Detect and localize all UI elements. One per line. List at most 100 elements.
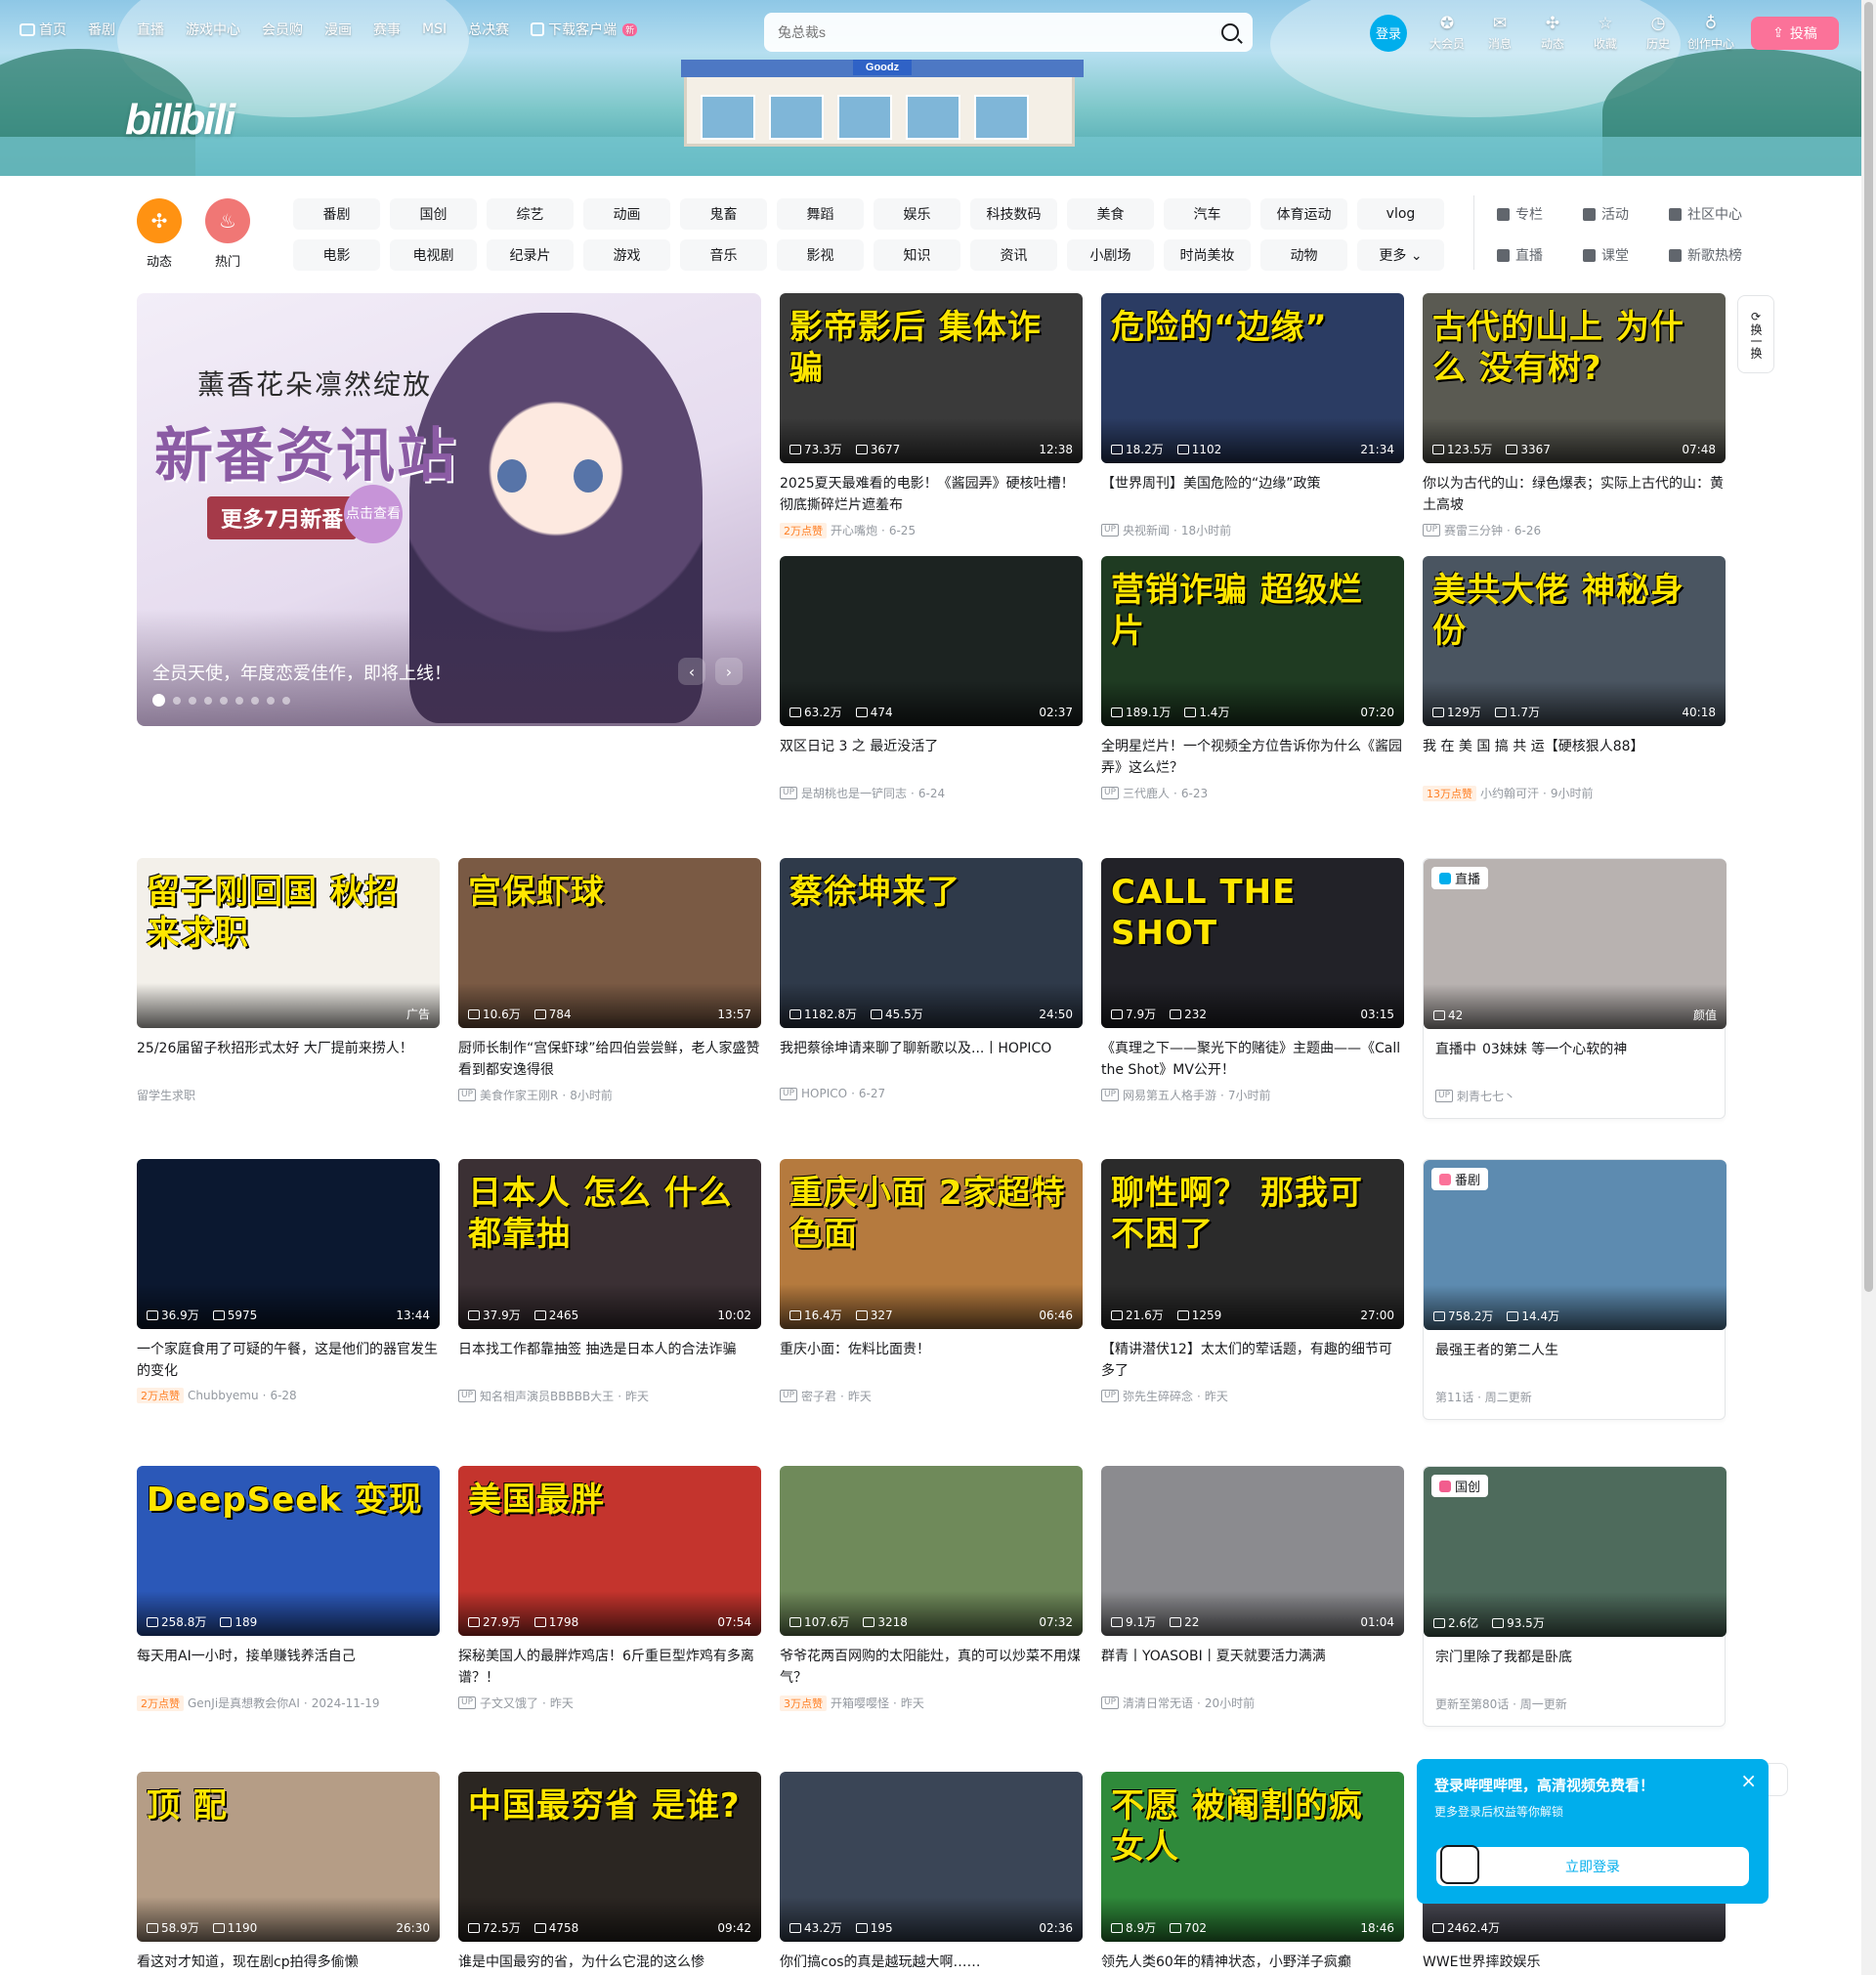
video-thumbnail[interactable]: 古代的山上 为什么 没有树? 123.5万 3367 07:48	[1423, 293, 1726, 463]
nav-item-match[interactable]: 赛事	[373, 20, 401, 39]
author-name[interactable]: 三代鹿人	[1123, 785, 1170, 801]
bilibili-logo[interactable]: bilibili	[125, 96, 235, 145]
nav-item-manga[interactable]: 漫画	[324, 20, 352, 39]
tool-favorites[interactable]: ☆ 收藏	[1579, 14, 1632, 52]
carousel-dot[interactable]	[267, 696, 275, 705]
video-card[interactable]: 43.2万 195 02:36 你们搞cos的真是越玩越大啊……	[780, 1772, 1083, 1975]
author-name[interactable]: 留学生求职	[137, 1087, 195, 1103]
video-card[interactable]: 国创 2.6亿 93.5万 宗门里除了我都是卧底 更新至第80话 · 周一更新	[1423, 1466, 1727, 1727]
video-thumbnail[interactable]: DeepSeek 变现 258.8万 189	[137, 1466, 440, 1636]
carousel-dot[interactable]	[189, 696, 196, 705]
author-name[interactable]: 子文又饿了	[480, 1695, 538, 1711]
author-name[interactable]: 美食作家王刚R	[480, 1087, 558, 1103]
tool-history[interactable]: ◷ 历史	[1632, 14, 1684, 52]
author-name[interactable]: 刺青七七丶	[1457, 1088, 1515, 1104]
video-title[interactable]: 你以为古代的山：绿色爆表；实际上古代的山：黄土高坡	[1423, 473, 1726, 516]
video-thumbnail[interactable]: 美共大佬 神秘身份 129万 1.7万 40:18	[1423, 556, 1726, 726]
author-name[interactable]: 是胡桃也是一铲同志	[801, 785, 907, 801]
channel-button[interactable]: 国创	[390, 198, 477, 230]
channel-button[interactable]: 综艺	[487, 198, 574, 230]
author-name[interactable]: 弥先生碎碎念	[1123, 1388, 1193, 1404]
video-card[interactable]: 古代的山上 为什么 没有树? 123.5万 3367 07:48 你以为古代的山：绿色爆…	[1423, 293, 1726, 538]
video-card[interactable]: DeepSeek 变现 258.8万 189 每天用AI一小时，接单赚钱养活自己 2万点…	[137, 1466, 440, 1711]
carousel-dot[interactable]	[173, 696, 181, 705]
nav-item-download[interactable]: 下载客户端新	[531, 20, 638, 39]
video-title[interactable]: 直播中 03妹妹 等一个心软的神	[1424, 1039, 1725, 1082]
author-name[interactable]: 清清日常无语	[1123, 1695, 1193, 1711]
video-thumbnail[interactable]: 直播 42 颜值	[1424, 859, 1727, 1029]
video-card[interactable]: 日本人 怎么 什么都靠抽 37.9万 2465 10:02 日本找工作都靠抽签 抽选是日…	[458, 1159, 761, 1404]
refresh-button[interactable]: ⟳ 换一换	[1737, 295, 1774, 373]
video-title[interactable]: 《真理之下——聚光下的赌徒》主题曲——《Call the Shot》MV公开！	[1101, 1038, 1404, 1081]
video-card[interactable]: 107.6万 3218 07:32 爷爷花两百网购的太阳能灶，真的可以炒菜不用煤气？ 3…	[780, 1466, 1083, 1711]
video-title[interactable]: 全明星烂片！一个视频全方位告诉你为什么《酱园弄》这么烂？	[1101, 736, 1404, 779]
video-title[interactable]: 重庆小面：佐料比面贵！	[780, 1339, 1083, 1382]
channel-button[interactable]: 电影	[293, 239, 380, 271]
close-icon[interactable]: ×	[1740, 1769, 1757, 1792]
video-title[interactable]: 最强王者的第二人生	[1424, 1340, 1725, 1383]
video-thumbnail[interactable]: 日本人 怎么 什么都靠抽 37.9万 2465 10:02	[458, 1159, 761, 1329]
author-name[interactable]: 密子君	[801, 1388, 836, 1404]
tool-vip[interactable]: ✪ 大会员	[1421, 14, 1473, 52]
author-name[interactable]: 开箱嘤嘤怪	[831, 1695, 889, 1711]
carousel-dot[interactable]	[220, 696, 228, 705]
author-name[interactable]: 知名相声演员BBBBB大王	[480, 1388, 614, 1404]
video-thumbnail[interactable]: 危险的“边缘” 18.2万 1102 21:34	[1101, 293, 1404, 463]
dynamic-channel-button[interactable]: ✣	[137, 198, 182, 243]
video-card[interactable]: 番剧 758.2万 14.4万最强王者的第二人生第11话 · 周二更新	[1423, 1159, 1727, 1420]
video-thumbnail[interactable]: 国创 2.6亿 93.5万	[1424, 1467, 1727, 1637]
tool-creator-center[interactable]: ♁ 创作中心	[1684, 14, 1737, 52]
author-name[interactable]: 央视新闻	[1123, 522, 1170, 538]
video-card[interactable]: 危险的“边缘” 18.2万 1102 21:34 【世界周刊】美国危险的“边缘”政策 UP…	[1101, 293, 1404, 538]
nav-item-home[interactable]: 首页	[20, 20, 66, 39]
video-card[interactable]: 顶 配 58.9万 1190 26:30 看这对才知道，现在剧cp拍得多偷懒	[137, 1772, 440, 1975]
video-card[interactable]: CALL THE SHOT 7.9万 232 03:15 《真理之下——聚光下的赌徒》主…	[1101, 858, 1404, 1103]
search-input[interactable]	[778, 24, 1221, 40]
video-thumbnail[interactable]: CALL THE SHOT 7.9万 232 03:15	[1101, 858, 1404, 1028]
carousel-caption[interactable]: 全员天使，年度恋爱佳作，即将上线！	[152, 660, 451, 685]
channel-button[interactable]: 小剧场	[1067, 239, 1154, 271]
video-thumbnail[interactable]: 重庆小面 2家超特色面 16.4万 327 06:46	[780, 1159, 1083, 1329]
nav-item-shop[interactable]: 会员购	[262, 20, 303, 39]
scrollbar-thumb[interactable]	[1864, 2, 1873, 1292]
channel-button[interactable]: 科技数码	[970, 198, 1057, 230]
nav-item-game-center[interactable]: 游戏中心	[186, 20, 240, 39]
video-card[interactable]: 直播 42 颜值 直播中 03妹妹 等一个心软的神 UP 刺青七七丶	[1423, 858, 1727, 1119]
video-card[interactable]: 留子刚回国 秋招来求职 广告 25/26届留子秋招形式太好 大厂提前来捞人！ 留学生求…	[137, 858, 440, 1103]
video-title[interactable]: 【精讲潜伏12】太太们的荤话题，有趣的细节可多了	[1101, 1339, 1404, 1382]
channel-link[interactable]: 新歌热榜	[1669, 239, 1755, 271]
channel-button[interactable]: 游戏	[583, 239, 670, 271]
carousel-dot[interactable]	[235, 696, 243, 705]
video-thumbnail[interactable]: 43.2万 195 02:36	[780, 1772, 1083, 1942]
video-title[interactable]: 群青丨YOASOBI丨夏天就要活力满满	[1101, 1646, 1404, 1689]
video-thumbnail[interactable]: 美国最胖 27.9万 1798 07:54	[458, 1466, 761, 1636]
video-title[interactable]: 我把蔡徐坤请来聊了聊新歌以及...丨HOPICO	[780, 1038, 1083, 1081]
author-name[interactable]: Chubbyemu	[188, 1389, 259, 1402]
channel-button[interactable]: 动画	[583, 198, 670, 230]
video-title[interactable]: 谁是中国最穷的省，为什么它混的这么惨	[458, 1952, 761, 1975]
video-title[interactable]: 双区日记 3 之 最近没活了	[780, 736, 1083, 779]
nav-item-bangumi[interactable]: 番剧	[88, 20, 115, 39]
author-name[interactable]: 第11话 · 周二更新	[1435, 1389, 1532, 1405]
carousel-dot[interactable]	[282, 696, 290, 705]
video-title[interactable]: 我 在 美 国 搞 共 运【硬核狠人88】	[1423, 736, 1726, 779]
video-card[interactable]: 重庆小面 2家超特色面 16.4万 327 06:46 重庆小面：佐料比面贵！ UP 密子君…	[780, 1159, 1083, 1404]
video-thumbnail[interactable]: 影帝影后 集体诈骗 73.3万 3677 12:38	[780, 293, 1083, 463]
video-card[interactable]: 宫保虾球 10.6万 784 13:57 厨师长制作“宫保虾球”给四伯尝尝鲜，老人家盛赞…	[458, 858, 761, 1103]
video-thumbnail[interactable]: 9.1万 22 01:04	[1101, 1466, 1404, 1636]
channel-button[interactable]: 知识	[874, 239, 960, 271]
video-title[interactable]: 日本找工作都靠抽签 抽选是日本人的合法诈骗	[458, 1339, 761, 1382]
carousel-next-button[interactable]: ›	[715, 658, 743, 685]
page-scrollbar[interactable]	[1861, 0, 1876, 1975]
video-card[interactable]: 蔡徐坤来了 1182.8万 45.5万 24:50 我把蔡徐坤请来聊了聊新歌以及...丨…	[780, 858, 1083, 1100]
author-name[interactable]: 赛雷三分钟	[1444, 522, 1503, 538]
search-icon[interactable]	[1221, 23, 1239, 41]
author-name[interactable]: 小约翰可汗	[1480, 785, 1539, 801]
video-thumbnail[interactable]: 番剧 758.2万 14.4万	[1424, 1160, 1727, 1330]
tool-message[interactable]: ✉ 消息	[1473, 14, 1526, 52]
video-title[interactable]: 看这对才知道，现在剧cp拍得多偷懒	[137, 1952, 440, 1975]
video-title[interactable]: 每天用AI一小时，接单赚钱养活自己	[137, 1646, 440, 1689]
author-name[interactable]: HOPICO	[801, 1087, 847, 1100]
channel-button[interactable]: 番剧	[293, 198, 380, 230]
video-card[interactable]: 9.1万 22 01:04 群青丨YOASOBI丨夏天就要活力满满 UP 清清日常无语 · 2…	[1101, 1466, 1404, 1711]
